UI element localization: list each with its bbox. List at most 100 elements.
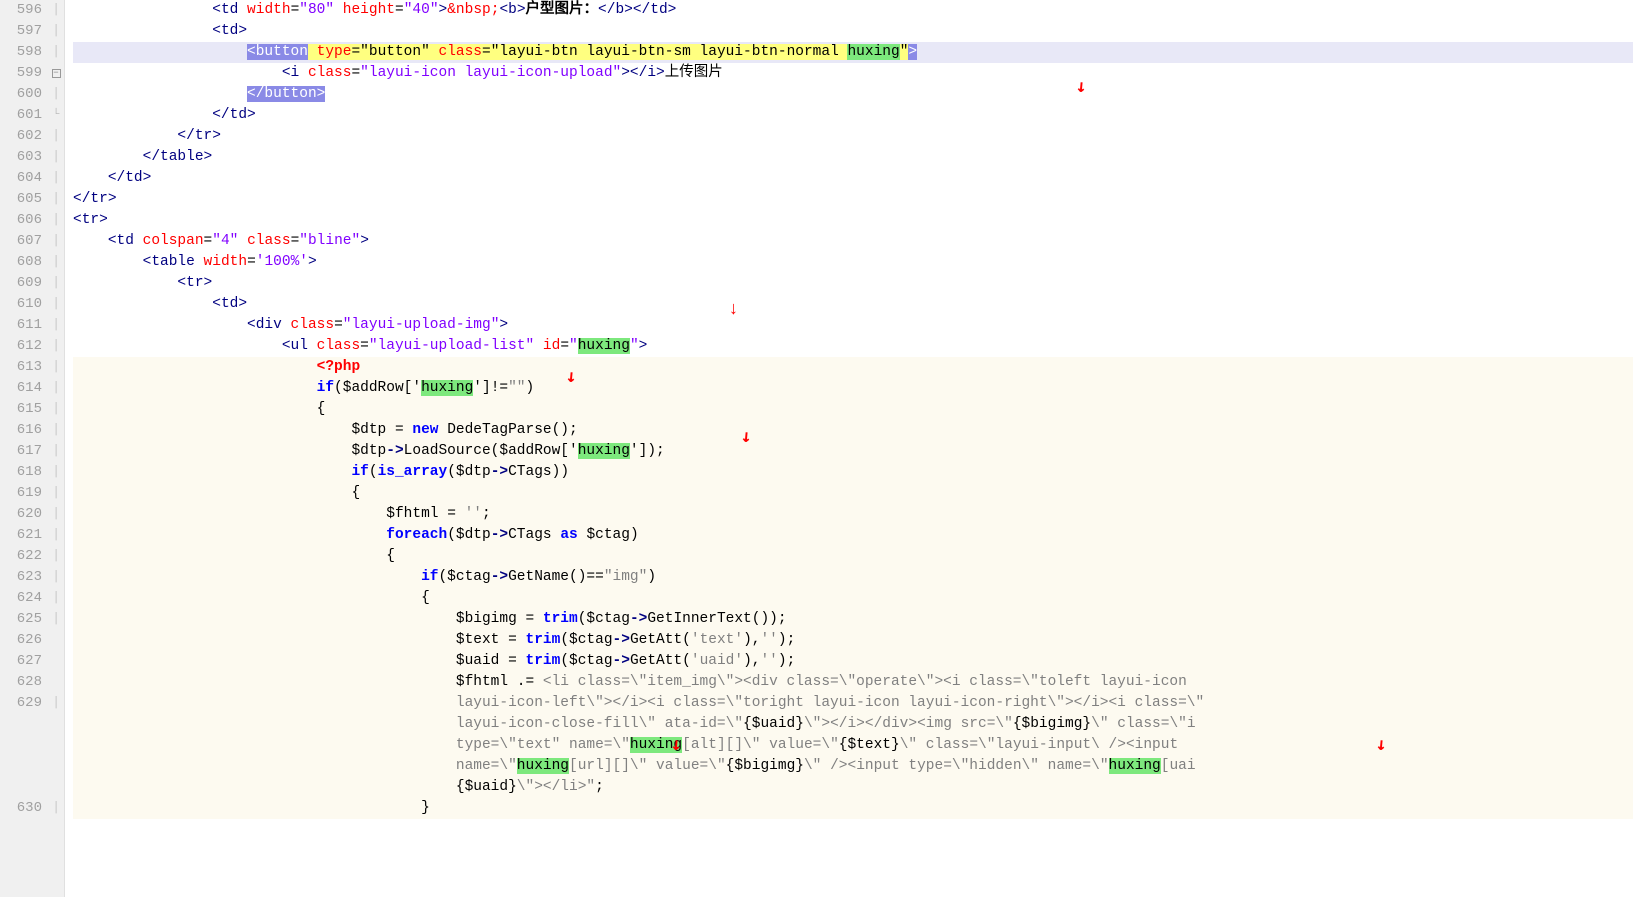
code-line: </tr> [73, 189, 1633, 210]
line-number: 616 [0, 420, 48, 441]
fold-marker: │ [48, 525, 64, 546]
line-number: 609 [0, 273, 48, 294]
gutter-row: 624│ [0, 588, 64, 609]
gutter-row: 619│ [0, 483, 64, 504]
fold-marker: │ [48, 378, 64, 399]
code-line: type=\"text" name=\"huxing[alt][]\" valu… [73, 735, 1633, 756]
code-line: { [73, 546, 1633, 567]
fold-marker: │ [48, 0, 64, 21]
gutter-row: 597│ [0, 21, 64, 42]
line-number: 599 [0, 63, 48, 84]
line-number: 597 [0, 21, 48, 42]
fold-marker: │ [48, 483, 64, 504]
line-number: 600 [0, 84, 48, 105]
fold-marker: │ [48, 504, 64, 525]
gutter-row: 612│ [0, 336, 64, 357]
code-area[interactable]: <td width="80" height="40">&nbsp;<b>户型图片… [65, 0, 1633, 897]
code-line: </tr> [73, 126, 1633, 147]
code-line: $fhtml .= <li class=\"item_img\"><div cl… [73, 672, 1633, 693]
gutter-row: 630│ [0, 798, 64, 819]
line-number: 629 [0, 693, 48, 714]
gutter-row: 601└ [0, 105, 64, 126]
fold-marker: │ [48, 126, 64, 147]
fold-marker: │ [48, 315, 64, 336]
code-line: { [73, 588, 1633, 609]
code-line: {$uaid}\"></li>"; [73, 777, 1633, 798]
line-number: 601 [0, 105, 48, 126]
gutter-row: 626 [0, 630, 64, 651]
line-number: 619 [0, 483, 48, 504]
code-line-highlighted: <button type="button" class="layui-btn l… [73, 42, 1633, 63]
line-number: 630 [0, 798, 48, 819]
line-number: 603 [0, 147, 48, 168]
code-line: if($addRow['huxing']!="") [73, 378, 1633, 399]
fold-marker: │ [48, 399, 64, 420]
code-editor[interactable]: 596│597│598│599−600│601└602│603│604│605│… [0, 0, 1633, 897]
gutter-row: 628 [0, 672, 64, 693]
fold-marker: └ [48, 105, 64, 126]
line-number: 623 [0, 567, 48, 588]
annotation-arrow-icon: ↓ [728, 300, 739, 320]
fold-marker: │ [48, 189, 64, 210]
line-number: 607 [0, 231, 48, 252]
gutter-row: 621│ [0, 525, 64, 546]
code-line: <i class="layui-icon layui-icon-upload">… [73, 63, 1633, 84]
line-number: 627 [0, 651, 48, 672]
fold-marker: │ [48, 588, 64, 609]
fold-marker: │ [48, 231, 64, 252]
line-number: 596 [0, 0, 48, 21]
code-line: $bigimg = trim($ctag->GetInnerText()); [73, 609, 1633, 630]
fold-marker: │ [48, 420, 64, 441]
gutter-row: 596│ [0, 0, 64, 21]
code-line: <td> [73, 294, 1633, 315]
gutter-row: 600│ [0, 84, 64, 105]
gutter-row: 629│ [0, 693, 64, 714]
gutter-row: 602│ [0, 126, 64, 147]
fold-marker: │ [48, 294, 64, 315]
line-number: 625 [0, 609, 48, 630]
gutter-row: 615│ [0, 399, 64, 420]
code-line: { [73, 399, 1633, 420]
fold-marker: │ [48, 21, 64, 42]
line-number: 618 [0, 462, 48, 483]
line-number: 628 [0, 672, 48, 693]
gutter-row: 622│ [0, 546, 64, 567]
fold-marker: │ [48, 168, 64, 189]
line-number: 622 [0, 546, 48, 567]
line-number: 615 [0, 399, 48, 420]
code-line: </td> [73, 168, 1633, 189]
gutter-row: 613│ [0, 357, 64, 378]
fold-marker: │ [48, 609, 64, 630]
fold-marker: │ [48, 567, 64, 588]
fold-marker: │ [48, 462, 64, 483]
code-line: <div class="layui-upload-img"> [73, 315, 1633, 336]
line-number: 610 [0, 294, 48, 315]
code-line: <td colspan="4" class="bline"> [73, 231, 1633, 252]
line-number: 614 [0, 378, 48, 399]
line-number: 611 [0, 315, 48, 336]
gutter-row: 609│ [0, 273, 64, 294]
code-line: <td> [73, 21, 1633, 42]
line-number: 624 [0, 588, 48, 609]
line-number: 608 [0, 252, 48, 273]
gutter-row [0, 714, 64, 735]
fold-marker[interactable]: − [48, 63, 64, 84]
code-line: $uaid = trim($ctag->GetAtt('uaid'),''); [73, 651, 1633, 672]
fold-marker: │ [48, 336, 64, 357]
fold-marker: │ [48, 42, 64, 63]
gutter-row: 603│ [0, 147, 64, 168]
line-number: 617 [0, 441, 48, 462]
code-line: <td width="80" height="40">&nbsp;<b>户型图片… [73, 0, 1633, 21]
fold-marker: │ [48, 210, 64, 231]
code-line: </button> [73, 84, 1633, 105]
line-number: 602 [0, 126, 48, 147]
code-line: { [73, 483, 1633, 504]
code-line: } [73, 798, 1633, 819]
gutter-row: 608│ [0, 252, 64, 273]
gutter-row [0, 735, 64, 756]
gutter-row: 607│ [0, 231, 64, 252]
gutter-row: 623│ [0, 567, 64, 588]
code-line: <ul class="layui-upload-list" id="huxing… [73, 336, 1633, 357]
fold-marker: │ [48, 798, 64, 819]
fold-marker: │ [48, 273, 64, 294]
